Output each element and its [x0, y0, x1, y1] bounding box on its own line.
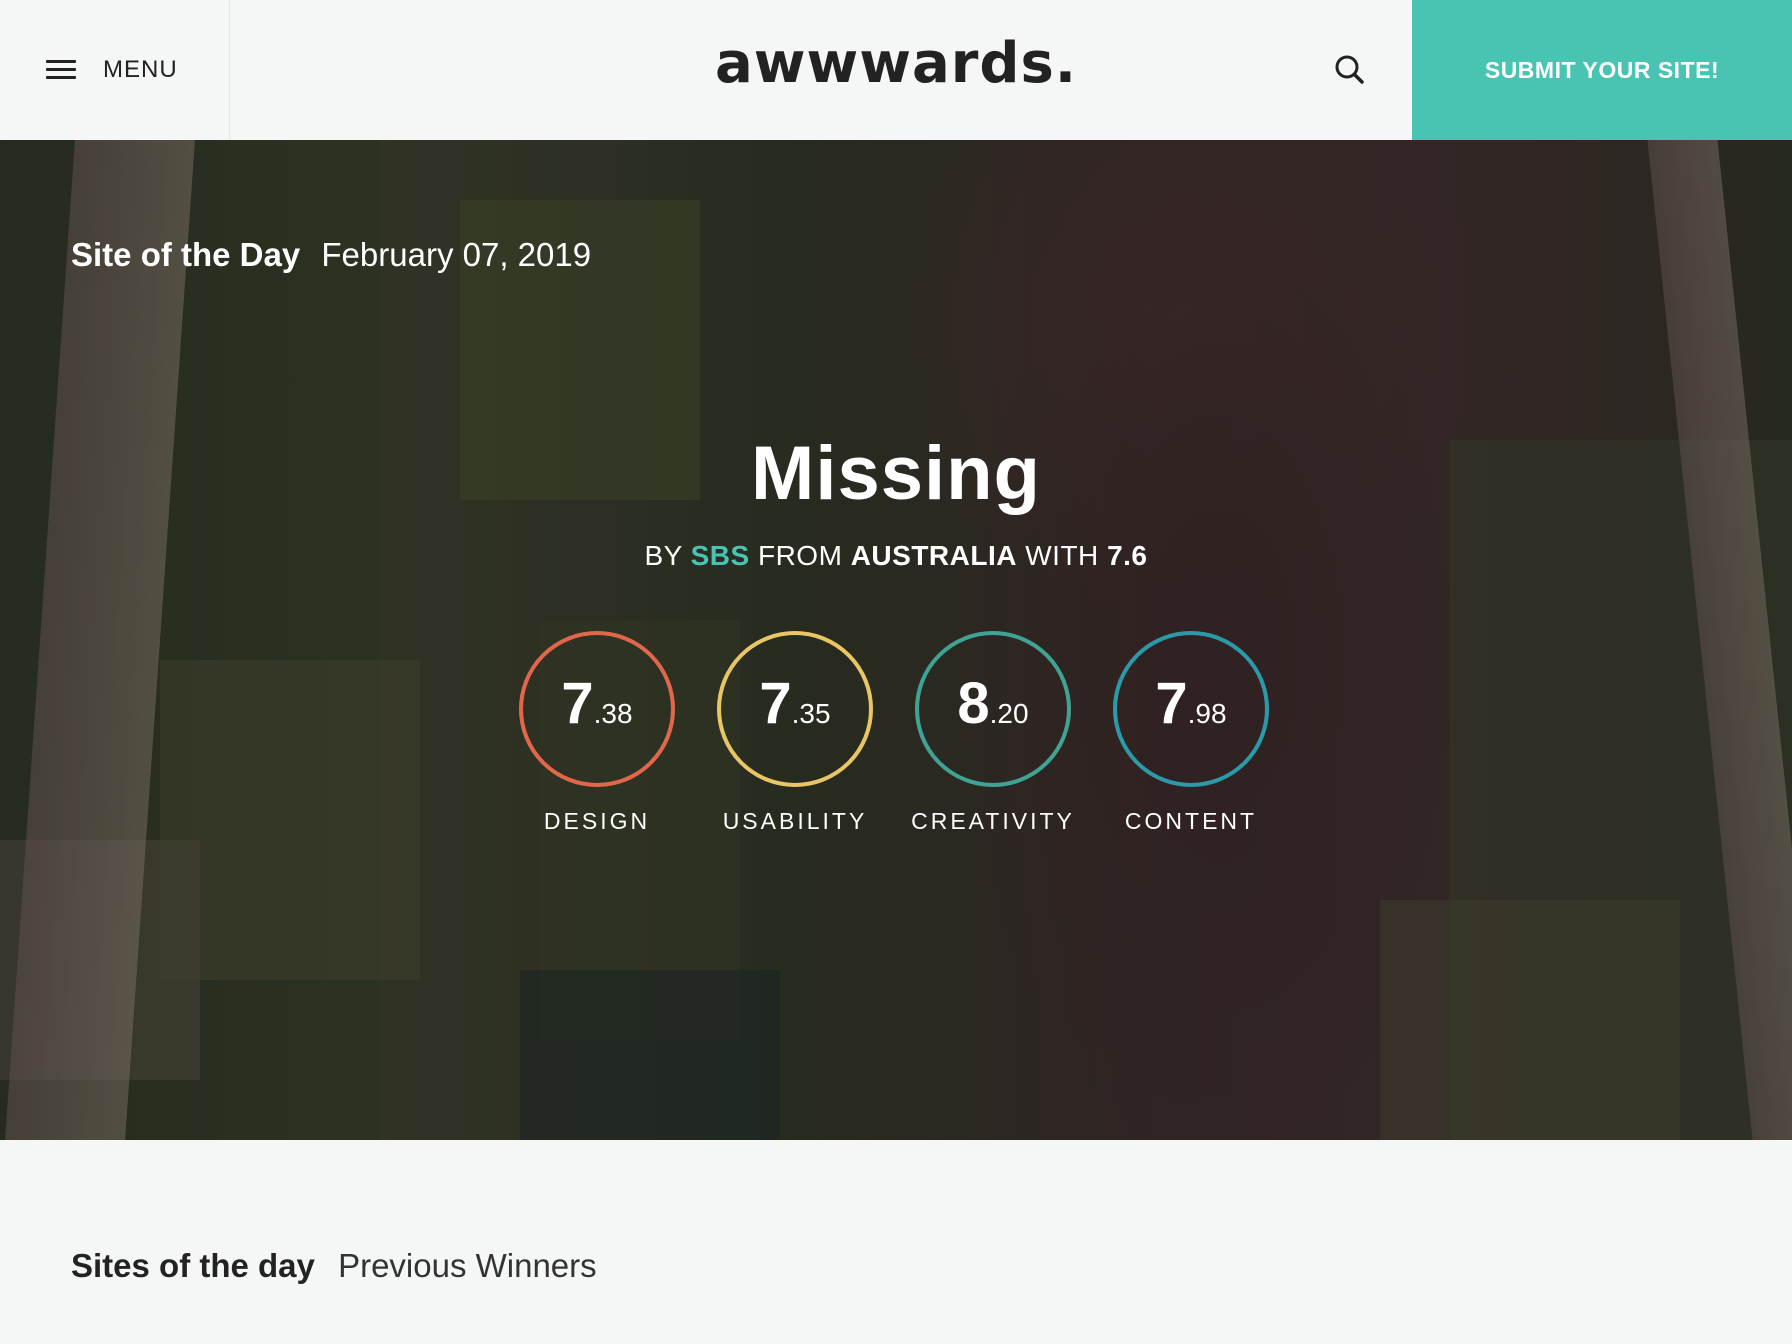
score-label: DESIGN: [543, 808, 651, 834]
site-of-the-day-heading: Site of the Day February 07, 2019: [71, 236, 591, 274]
submit-site-button[interactable]: SUBMIT YOUR SITE!: [1412, 0, 1792, 140]
search-icon: [1335, 55, 1364, 84]
site-header: MENU awwwards. SUBMIT YOUR SITE!: [0, 0, 1792, 140]
score-label: CREATIVITY: [911, 808, 1075, 834]
badge-label: Site of the Day: [71, 236, 301, 273]
score-content: 7.98 CONTENT: [1101, 630, 1281, 850]
site-title[interactable]: Missing: [0, 430, 1792, 517]
section-subtitle: Previous Winners: [338, 1247, 597, 1284]
section-heading: Sites of the day Previous Winners: [71, 1247, 597, 1285]
overall-score: 7.6: [1107, 540, 1148, 571]
score-label: CONTENT: [1124, 808, 1258, 834]
country: AUSTRALIA: [850, 540, 1017, 571]
section-title: Sites of the day: [71, 1247, 315, 1284]
score-design: 7.38 DESIGN: [507, 630, 687, 850]
byline: BY SBS FROM AUSTRALIA WITH 7.6: [644, 540, 1148, 571]
award-date: February 07, 2019: [321, 236, 592, 273]
author-link[interactable]: SBS: [691, 540, 750, 571]
score-creativity: 8.20 CREATIVITY: [903, 630, 1083, 850]
search-button[interactable]: [1332, 52, 1368, 88]
hero-banner: Site of the Day February 07, 2019 Missin…: [0, 140, 1792, 1140]
score-usability: 7.35 USABILITY: [705, 630, 885, 850]
score-label: USABILITY: [722, 808, 868, 834]
